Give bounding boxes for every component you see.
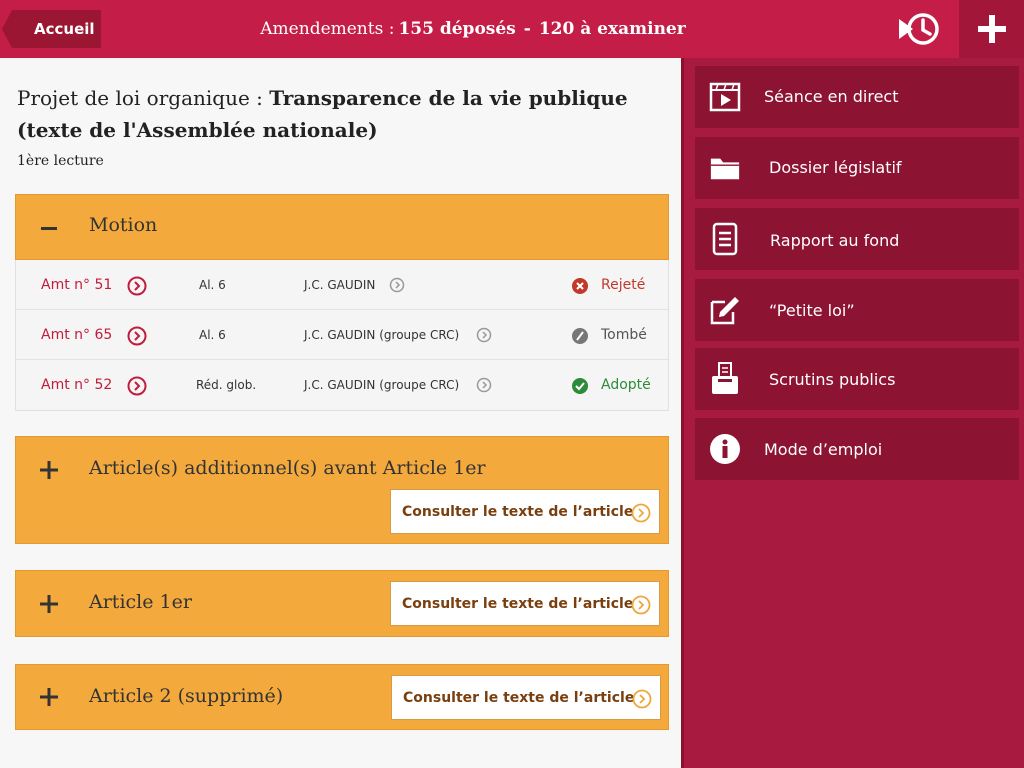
- plus-icon: [40, 595, 58, 613]
- fallen-icon: [572, 328, 588, 344]
- back-button[interactable]: Accueil: [2, 10, 101, 48]
- to-examine-count: 120 à examiner: [538, 19, 686, 39]
- section-title: Motion: [89, 214, 158, 236]
- consult-article-button[interactable]: Consulter le texte de l’article: [390, 581, 660, 626]
- main-panel: Projet de loi organique : Transparence d…: [0, 58, 681, 768]
- amendment-alinea: Al. 6: [199, 278, 226, 292]
- plus-icon: [40, 461, 58, 479]
- adopted-icon: [572, 378, 588, 394]
- sidebar-item-rapport[interactable]: Rapport au fond: [695, 208, 1019, 270]
- section-title: Article 2 (supprimé): [89, 685, 284, 707]
- sidebar-item-label: “Petite loi”: [769, 301, 855, 320]
- sidebar-item-scrutins[interactable]: Scrutins publics: [695, 348, 1019, 410]
- consult-label: Consulter le texte de l’article: [402, 595, 634, 612]
- sidebar-item-dossier[interactable]: Dossier législatif: [695, 137, 1019, 199]
- chevron-right-icon: [631, 595, 651, 615]
- sidebar-item-label: Séance en direct: [764, 87, 899, 106]
- sidebar-item-label: Dossier législatif: [769, 158, 902, 177]
- consult-article-button[interactable]: Consulter le texte de l’article: [391, 675, 661, 720]
- summary-prefix: Amendements :: [260, 19, 395, 39]
- amendment-status: Adopté: [601, 377, 651, 393]
- reading-label: 1ère lecture: [17, 153, 104, 169]
- sidebar-item-label: Rapport au fond: [770, 231, 900, 250]
- amendment-author: J.C. GAUDIN (groupe CRC): [304, 328, 460, 342]
- section-title: Article 1er: [89, 591, 192, 613]
- section-title: Article(s) additionnel(s) avant Article …: [89, 457, 486, 479]
- document-icon: [709, 222, 741, 256]
- author-info-icon[interactable]: [389, 277, 405, 293]
- plus-icon: [40, 688, 58, 706]
- consult-label: Consulter le texte de l’article: [403, 689, 635, 706]
- amendment-status: Tombé: [601, 327, 647, 343]
- amendment-alinea: Al. 6: [199, 328, 226, 342]
- amendment-row[interactable]: Amt n° 51 Al. 6 J.C. GAUDIN Rejeté: [16, 260, 668, 310]
- amendment-alinea: Réd. glob.: [196, 378, 257, 392]
- chevron-right-icon[interactable]: [127, 376, 147, 396]
- sidebar-item-petite-loi[interactable]: “Petite loi”: [695, 279, 1019, 341]
- edit-icon: [709, 294, 741, 326]
- history-button[interactable]: [896, 9, 942, 49]
- amendment-number[interactable]: Amt n° 65: [41, 327, 112, 343]
- consult-article-button[interactable]: Consulter le texte de l’article: [390, 489, 660, 534]
- folder-icon: [709, 152, 741, 184]
- section-article-1[interactable]: Article 1er Consulter le texte de l’arti…: [15, 570, 669, 637]
- sidebar-menu: Séance en direct Dossier législatif Rapp…: [681, 58, 1024, 768]
- section-article-additional[interactable]: Article(s) additionnel(s) avant Article …: [15, 436, 669, 544]
- chevron-right-icon[interactable]: [127, 276, 147, 296]
- document-title-prefix: Projet de loi organique :: [17, 86, 263, 110]
- minus-icon: [41, 227, 57, 230]
- chevron-right-icon: [631, 503, 651, 523]
- consult-label: Consulter le texte de l’article: [402, 503, 634, 520]
- info-icon: [709, 433, 741, 465]
- expand-toggle[interactable]: [40, 461, 58, 479]
- ballot-box-icon: [709, 362, 741, 395]
- history-icon: [899, 13, 939, 45]
- amendment-row[interactable]: Amt n° 65 Al. 6 J.C. GAUDIN (groupe CRC)…: [16, 310, 668, 360]
- sidebar-item-label: Mode d’emploi: [764, 440, 883, 459]
- summary-separator: -: [523, 19, 531, 39]
- deposited-count: 155 déposés: [398, 19, 516, 39]
- amendment-number[interactable]: Amt n° 52: [41, 377, 112, 393]
- section-article-2[interactable]: Article 2 (supprimé) Consulter le texte …: [15, 664, 669, 730]
- chevron-right-icon[interactable]: [127, 326, 147, 346]
- expand-toggle[interactable]: [40, 595, 58, 613]
- amendment-author: J.C. GAUDIN (groupe CRC): [304, 378, 460, 392]
- expand-toggle[interactable]: [40, 688, 58, 706]
- amendments-summary: Amendements : 155 déposés - 120 à examin…: [200, 0, 750, 58]
- amendment-status: Rejeté: [601, 277, 646, 293]
- sidebar-item-label: Scrutins publics: [769, 370, 896, 389]
- section-motion[interactable]: Motion: [15, 194, 669, 260]
- author-info-icon[interactable]: [476, 377, 492, 393]
- sidebar-item-seance[interactable]: Séance en direct: [695, 66, 1019, 128]
- video-play-icon: [709, 81, 741, 113]
- amendments-list: Amt n° 51 Al. 6 J.C. GAUDIN Rejeté Amt n…: [15, 260, 669, 411]
- collapse-toggle[interactable]: [40, 219, 58, 237]
- top-bar: Accueil Amendements : 155 déposés - 120 …: [0, 0, 1024, 58]
- document-title: Projet de loi organique : Transparence d…: [17, 82, 667, 146]
- plus-icon: [977, 15, 1006, 43]
- amendment-author: J.C. GAUDIN: [304, 278, 376, 292]
- add-button[interactable]: [959, 0, 1024, 58]
- sidebar-item-mode-emploi[interactable]: Mode d’emploi: [695, 418, 1019, 480]
- author-info-icon[interactable]: [476, 327, 492, 343]
- amendment-row[interactable]: Amt n° 52 Réd. glob. J.C. GAUDIN (groupe…: [16, 360, 668, 410]
- amendment-number[interactable]: Amt n° 51: [41, 277, 112, 293]
- chevron-right-icon: [632, 689, 652, 709]
- rejected-icon: [572, 278, 588, 294]
